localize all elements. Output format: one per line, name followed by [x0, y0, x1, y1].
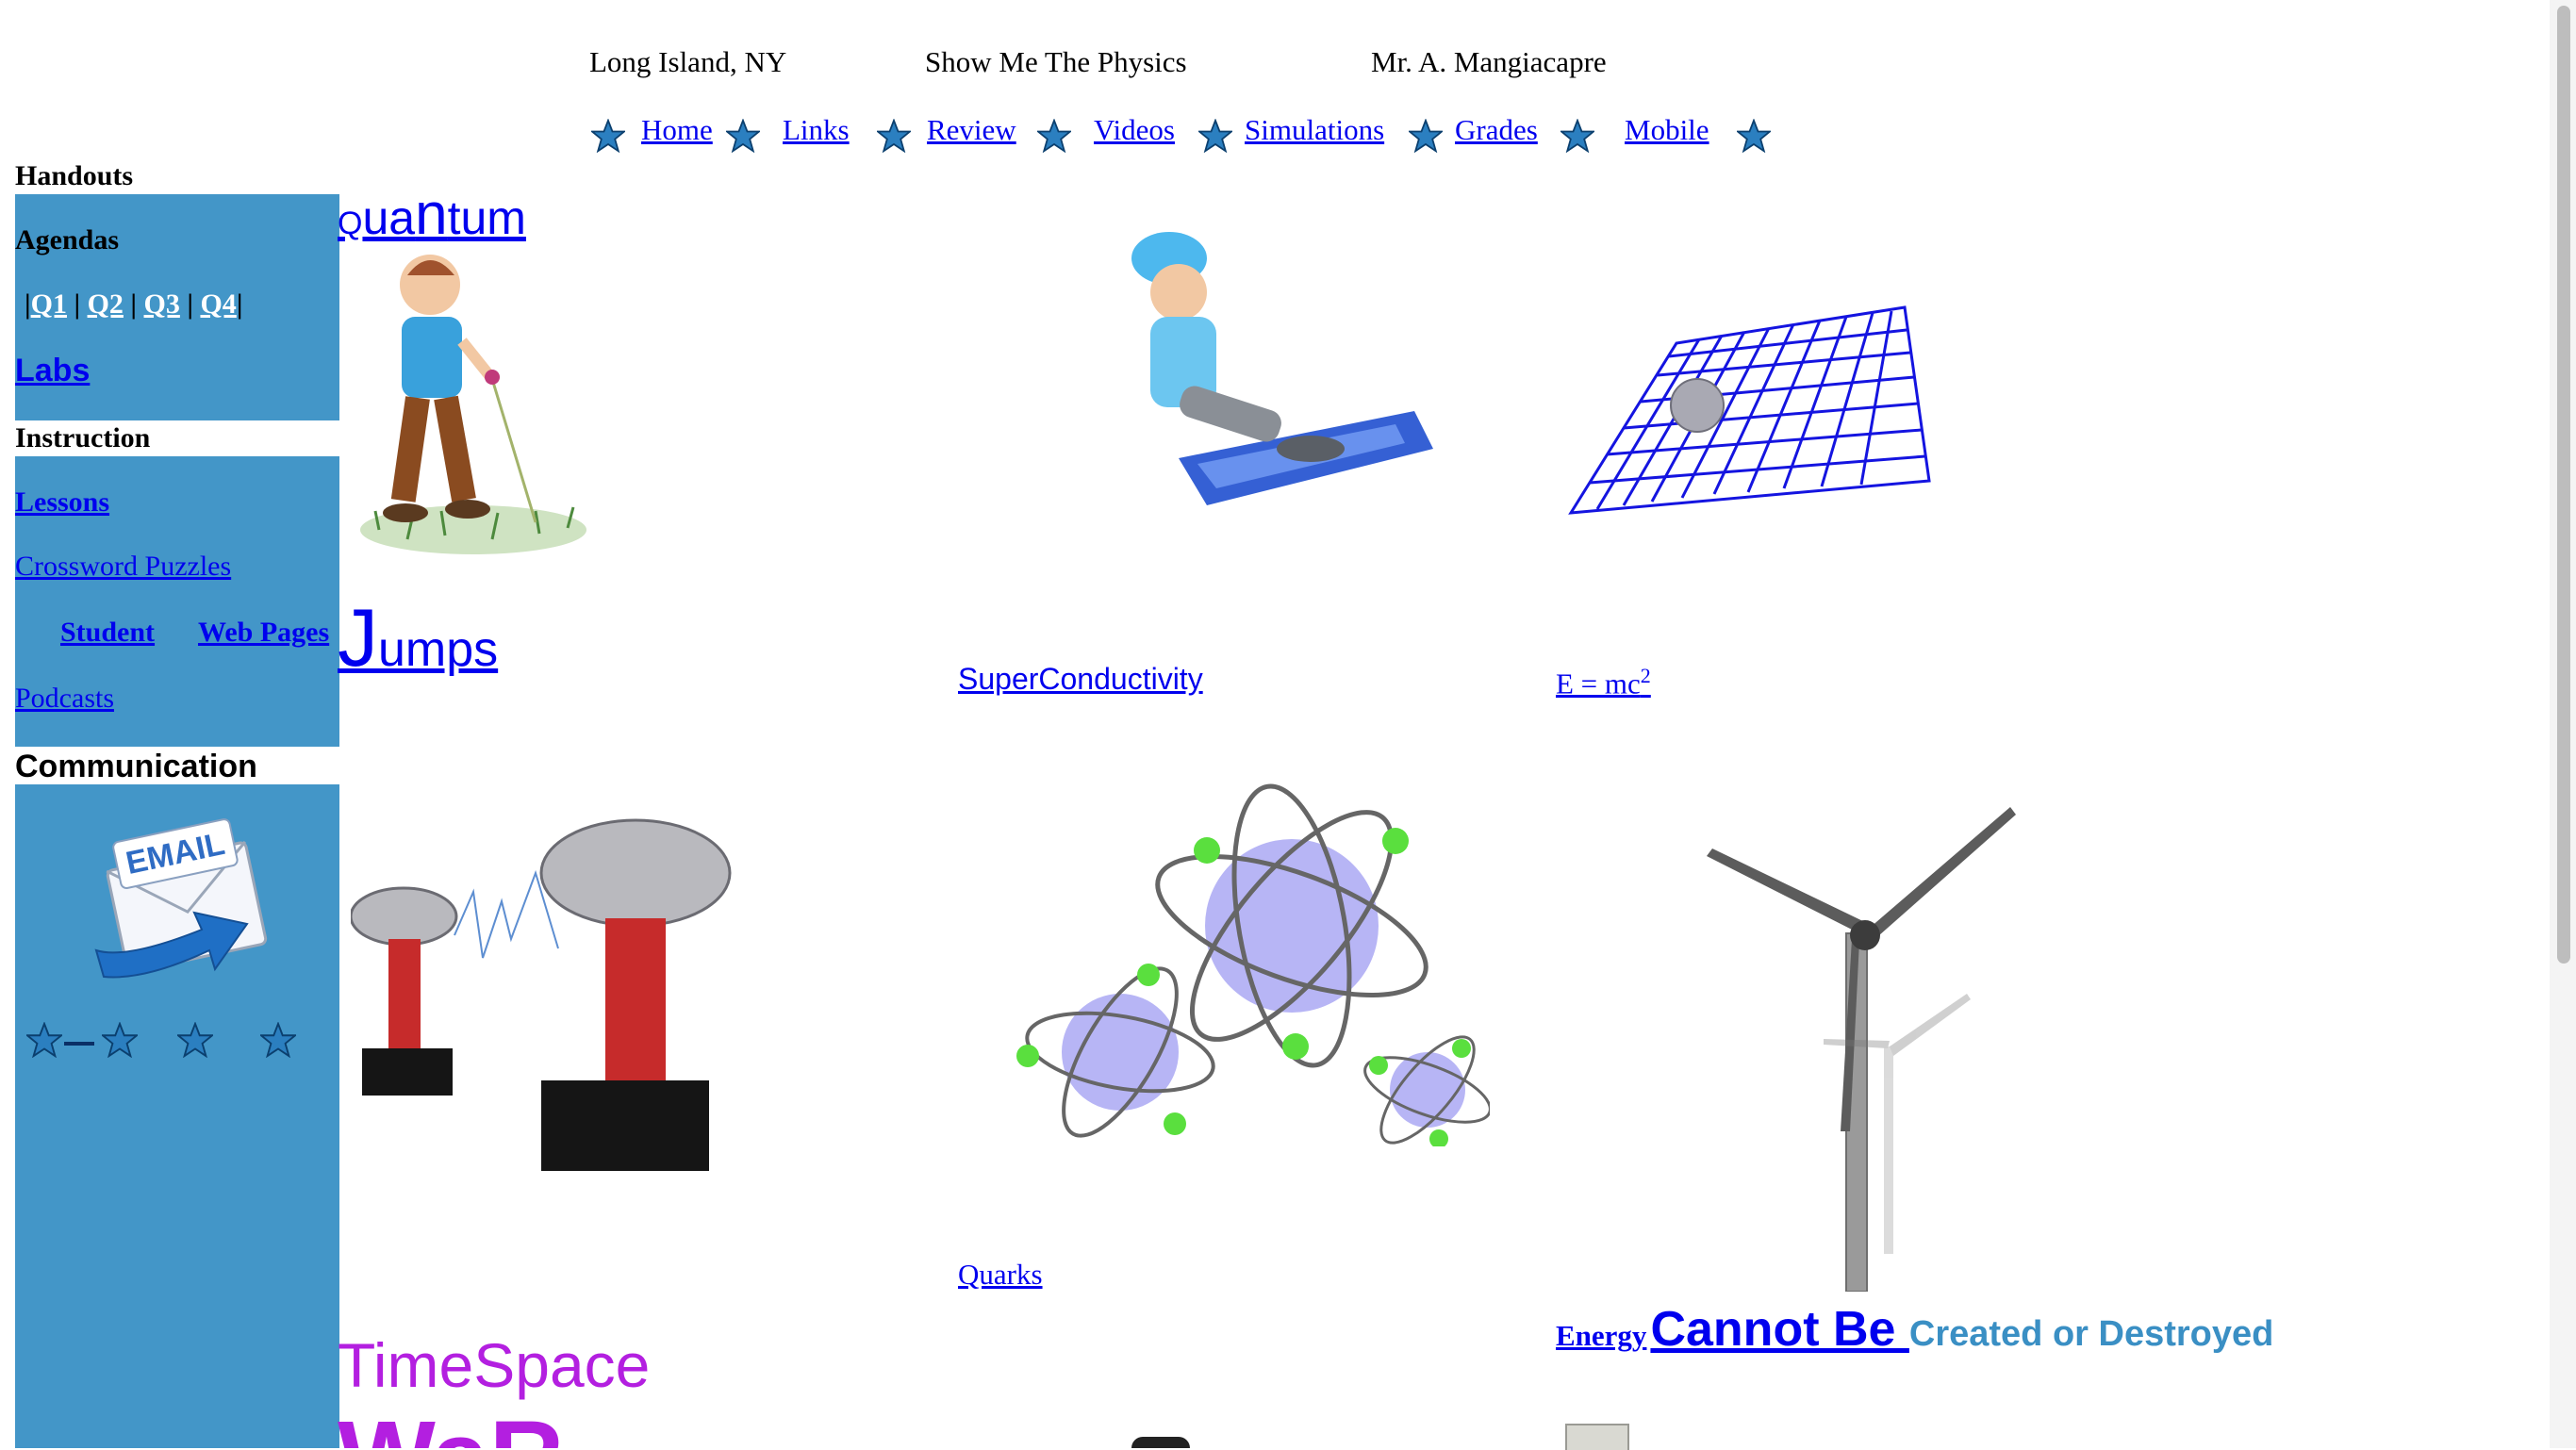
q2-link[interactable]: Q2	[88, 288, 124, 320]
energy-line: Energy Cannot Be Created or Destroyed	[1556, 1301, 2273, 1358]
lessons-link[interactable]: Lessons	[15, 486, 109, 519]
wind-turbine-image	[1707, 807, 2016, 1292]
communication-label: Communication	[15, 749, 257, 784]
nav-simulations-link[interactable]: Simulations	[1245, 113, 1384, 147]
teacher-name: Mr. A. Mangiacapre	[1371, 45, 1607, 78]
partial-image	[1131, 1437, 1190, 1448]
spacetime-grid-image	[1568, 305, 1931, 515]
instruction-label: Instruction	[15, 422, 151, 453]
star-icon	[591, 119, 625, 153]
crossword-link[interactable]: Crossword Puzzles	[15, 551, 231, 583]
star-icon	[1409, 119, 1443, 153]
atoms-image	[1016, 783, 1490, 1146]
timespace-text: TimeSpace	[338, 1330, 651, 1400]
superconductor-skater-image	[1131, 232, 1433, 505]
podcasts-link[interactable]: Podcasts	[15, 683, 114, 715]
star-icon	[102, 1022, 138, 1058]
cannot-be-link[interactable]: Cannot Be	[1650, 1302, 1908, 1357]
q4-link[interactable]: Q4	[200, 288, 236, 320]
communication-panel: EMAIL	[15, 784, 339, 1448]
star-icon	[26, 1022, 62, 1058]
jumps-link[interactable]: Jumps	[338, 592, 498, 685]
nav-links-link[interactable]: Links	[783, 113, 850, 147]
star-icon	[1560, 119, 1594, 153]
agendas-label: Agendas	[15, 224, 120, 255]
nav-home-link[interactable]: Home	[641, 113, 713, 147]
nav-review-link[interactable]: Review	[927, 113, 1016, 147]
star-icon	[177, 1022, 213, 1058]
labs-link[interactable]: Labs	[15, 353, 90, 389]
quarks-link[interactable]: Quarks	[958, 1258, 1043, 1292]
partial-image	[1565, 1424, 1629, 1450]
star-icon	[1737, 119, 1771, 153]
handouts-panel: Agendas |Q1 | Q2 | Q3 | Q4| Labs	[15, 194, 339, 420]
star-icon	[726, 119, 760, 153]
warp-text: WaR	[338, 1407, 564, 1448]
scrollbar-thumb[interactable]	[2557, 6, 2570, 964]
emc2-link[interactable]: E = mc2	[1556, 664, 1651, 700]
star-icon	[260, 1022, 296, 1058]
quarter-links: |Q1 | Q2 | Q3 | Q4|	[25, 288, 243, 320]
star-divider	[64, 1042, 94, 1046]
star-icon	[877, 119, 911, 153]
energy-link[interactable]: Energy	[1556, 1319, 1646, 1352]
nav-mobile-link[interactable]: Mobile	[1625, 113, 1709, 147]
q1-link[interactable]: Q1	[31, 288, 67, 320]
web-pages-link[interactable]: Web Pages	[198, 617, 329, 649]
email-icon[interactable]: EMAIL	[89, 818, 277, 990]
q3-link[interactable]: Q3	[144, 288, 180, 320]
quantum-jumps-link[interactable]: Quantum	[338, 181, 526, 248]
student-link[interactable]: Student	[60, 617, 155, 649]
walking-man-image	[360, 255, 586, 554]
nav-videos-link[interactable]: Videos	[1094, 113, 1175, 147]
superconductivity-link[interactable]: SuperConductivity	[958, 662, 1203, 697]
star-icon	[1037, 119, 1071, 153]
location-text: Long Island, NY	[589, 45, 787, 78]
handouts-label: Handouts	[15, 160, 134, 191]
tesla-coil-image	[351, 818, 732, 1171]
created-destroyed-text: Created or Destroyed	[1908, 1314, 2274, 1354]
site-title: Show Me The Physics	[925, 45, 1187, 78]
nav-grades-link[interactable]: Grades	[1455, 113, 1538, 147]
star-icon	[1198, 119, 1232, 153]
instruction-panel: Lessons Crossword Puzzles Student Web Pa…	[15, 456, 339, 747]
